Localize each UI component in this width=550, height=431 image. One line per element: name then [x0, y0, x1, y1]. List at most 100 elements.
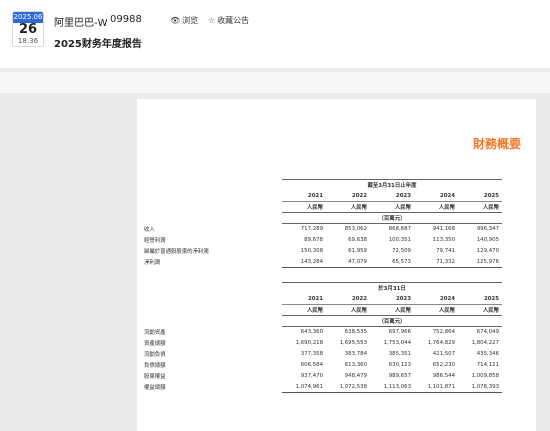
table-cell: 989,657 — [388, 373, 411, 379]
document-page[interactable]: 財務概要 截至3月31日止年度 2021 2022 2023 2024 2025 人民幣 人民… — [137, 99, 536, 431]
favorite-button[interactable]: ☆ 收藏公告 — [208, 15, 249, 26]
table-cell: 100,351 — [388, 237, 411, 243]
table-cell: 89,678 — [304, 237, 323, 243]
table-cell: 937,470 — [300, 373, 323, 379]
currency-label: 人民幣 — [306, 308, 323, 314]
balance-table: 於3月31日 2021 2022 2023 2024 2025 人民幣 人民幣 人民幣 人民幣 人民… — [137, 282, 502, 393]
currency-label: 人民幣 — [482, 308, 499, 314]
currency-label: 人民幣 — [482, 205, 499, 211]
period-caption: 於3月31日 — [282, 282, 502, 294]
table-cell: 79,741 — [436, 248, 455, 254]
table-cell: 948,479 — [344, 373, 367, 379]
currency-row: 人民幣 人民幣 人民幣 人民幣 人民幣 — [137, 305, 502, 316]
income-table: 截至3月31日止年度 2021 2022 2023 2024 2025 人民幣 人民幣 人民幣 人… — [137, 179, 502, 268]
currency-label: 人民幣 — [306, 205, 323, 211]
table-cell: 853,062 — [326, 223, 370, 235]
favorite-label: 收藏公告 — [217, 16, 250, 25]
currency-label: 人民幣 — [394, 308, 411, 314]
table-cell: 421,507 — [432, 351, 455, 357]
table-cell: 129,470 — [476, 248, 499, 254]
table-cell: 47,079 — [326, 256, 370, 268]
table-cell: 606,584 — [300, 362, 323, 368]
report-title: 2025财务年度报告 — [54, 39, 142, 50]
view-label: 浏览 — [182, 16, 199, 25]
currency-label: 人民幣 — [350, 205, 367, 211]
table-cell: 125,976 — [458, 256, 502, 268]
row-label: 歸屬於普通股股東的淨利潤 — [144, 249, 209, 255]
currency-row: 人民幣 人民幣 人民幣 人民幣 人民幣 — [137, 202, 502, 213]
document-heading: 財務概要 — [472, 137, 521, 151]
table-cell: 1,690,218 — [295, 340, 323, 346]
year-header: 2021 — [282, 293, 326, 305]
table-cell: 714,121 — [476, 362, 499, 368]
view-button[interactable]: 👁 浏览 — [170, 15, 198, 26]
table-cell: 1,753,044 — [383, 340, 411, 346]
year-header: 2022 — [326, 190, 370, 202]
year-header-row: 2021 2022 2023 2024 2025 — [137, 190, 502, 202]
year-header: 2024 — [414, 190, 458, 202]
date-badge: 2025.06 26 18:36 — [12, 11, 44, 47]
table-cell: 868,687 — [370, 223, 414, 235]
unit-label: （百萬元） — [282, 315, 502, 327]
row-label: 負債總額 — [144, 363, 166, 369]
year-header: 2025 — [458, 190, 502, 202]
row-label: 流動負債 — [144, 352, 166, 358]
table-cell: 377,358 — [300, 351, 323, 357]
year-header-row: 2021 2022 2023 2024 2025 — [137, 293, 502, 305]
table-cell: 638,535 — [326, 326, 370, 338]
toolbar-strip — [0, 72, 550, 93]
table-cell: 383,784 — [344, 351, 367, 357]
table-cell: 1,078,393 — [458, 381, 502, 393]
table-cell: 652,230 — [432, 362, 455, 368]
table-cell: 1,072,538 — [326, 381, 370, 393]
table-row: 經營利潤 89,678 69,638 100,351 113,350 140,905 — [137, 235, 502, 246]
table-cell: 986,544 — [432, 373, 455, 379]
table-cell: 61,959 — [348, 248, 367, 254]
table-cell: 643,360 — [282, 326, 326, 338]
table-cell: 1,695,553 — [339, 340, 367, 346]
period-caption-row: 截至3月31日止年度 — [137, 179, 502, 191]
row-label: 股東權益 — [144, 374, 166, 380]
date-time: 18:36 — [17, 37, 39, 45]
table-cell: 941,168 — [414, 223, 458, 235]
period-caption-row: 於3月31日 — [137, 282, 502, 294]
table-cell: 1,009,858 — [471, 373, 499, 379]
row-label: 經營利潤 — [144, 238, 166, 244]
row-label: 權益總額 — [144, 385, 166, 391]
row-label: 資產總額 — [144, 341, 166, 347]
table-cell: 1,101,871 — [414, 381, 458, 393]
year-header: 2024 — [414, 293, 458, 305]
table-cell: 113,350 — [432, 237, 455, 243]
table-cell: 385,351 — [388, 351, 411, 357]
table-cell: 1,764,829 — [427, 340, 455, 346]
unit-label: （百萬元） — [282, 212, 502, 224]
table-cell: 996,347 — [458, 223, 502, 235]
table-row: 負債總額 606,584 613,360 630,123 652,230 714,121 — [137, 360, 502, 371]
table-cell: 71,332 — [414, 256, 458, 268]
table-row: 權益總額 1,074,961 1,072,538 1,113,063 1,101,871… — [137, 381, 502, 393]
table-cell: 72,509 — [392, 248, 411, 254]
table-cell: 1,113,063 — [370, 381, 414, 393]
table-cell: 140,905 — [476, 237, 499, 243]
year-header: 2023 — [370, 293, 414, 305]
table-row: 歸屬於普通股股東的淨利潤 150,308 61,959 72,509 79,741 129… — [137, 246, 502, 257]
currency-label: 人民幣 — [394, 205, 411, 211]
table-row: 流動負債 377,358 383,784 385,351 421,507 435,346 — [137, 349, 502, 360]
table-cell: 752,864 — [414, 326, 458, 338]
company-name[interactable]: 阿里巴巴-W — [54, 14, 108, 29]
row-label: 淨利潤 — [144, 260, 161, 266]
eye-icon: 👁 — [170, 16, 181, 25]
table-row: 流動資產 643,360 638,535 697,966 752,864 674,049 — [137, 326, 502, 338]
table-row: 股東權益 937,470 948,479 989,657 986,544 1,009,85… — [137, 371, 502, 382]
year-header: 2022 — [326, 293, 370, 305]
table-cell: 630,123 — [388, 362, 411, 368]
table-row: 淨利潤 143,284 47,079 65,573 71,332 125,976 — [137, 256, 502, 268]
table-cell: 613,360 — [344, 362, 367, 368]
star-icon: ☆ — [208, 16, 216, 25]
currency-label: 人民幣 — [438, 308, 455, 314]
stock-code[interactable]: 09988 — [110, 14, 142, 25]
table-cell: 1,074,961 — [282, 381, 326, 393]
unit-row: （百萬元） — [137, 315, 502, 327]
year-header: 2021 — [282, 190, 326, 202]
date-day: 26 — [18, 22, 38, 37]
